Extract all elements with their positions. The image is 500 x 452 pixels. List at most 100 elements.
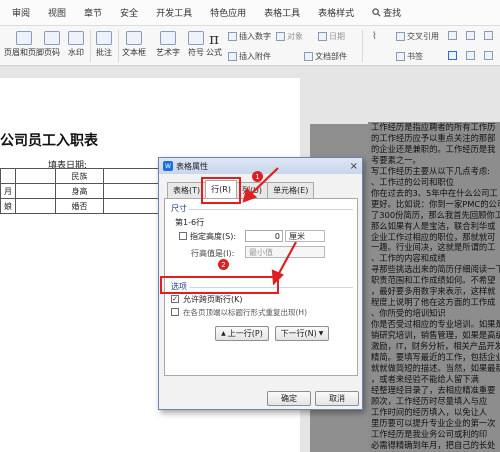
cross-reference-icon (396, 32, 405, 41)
ribbon-toolbar: 页眉和页脚 页码 水印 批注 文本框 艺术字 符号 π 公式 插入数字 插入附件… (0, 26, 500, 66)
header-footer-button[interactable]: 页眉和页脚 (4, 31, 44, 58)
layout-a-icon (448, 51, 457, 60)
ribbon-divider (362, 30, 363, 62)
step-badge: 2 (218, 259, 229, 270)
next-row-button[interactable]: 下一行(N) ▼ (275, 326, 329, 341)
number-icon (228, 32, 237, 41)
layout-b-icon (466, 51, 475, 60)
text-line: 、你所受的培训知识 (371, 308, 446, 319)
insert-number-button[interactable]: 插入数字 (228, 31, 271, 42)
wps-logo-icon: W (163, 161, 173, 171)
table-cell[interactable]: 身高 (55, 183, 104, 199)
text-line: 、工作过的公司和职位 (371, 176, 454, 187)
align-right-icon (484, 31, 493, 40)
textbox-button[interactable]: 文本框 (122, 31, 146, 58)
menu-review[interactable]: 审阅 (12, 6, 30, 19)
text-line: 更好。比如说：你到一家PMC的公司 (371, 198, 500, 209)
cancel-button[interactable]: 取消 (315, 391, 359, 406)
align-center-button[interactable] (466, 31, 475, 40)
text-line: 、工作的内容和成绩 (371, 253, 446, 264)
table-cell[interactable]: 娘 (0, 198, 16, 214)
date-button[interactable]: 日期 (318, 31, 345, 42)
search-icon (372, 8, 381, 17)
symbol-button[interactable]: 符号 (188, 31, 204, 58)
text-line: 激励，IT，财务分析，相关产品开发 (371, 341, 500, 352)
header-footer-label: 页眉和页脚 (4, 48, 44, 57)
text-line: 必需得精确到年月，把自己的长处 (371, 439, 496, 450)
bookmark-button[interactable]: 书签 (396, 51, 423, 62)
object-button[interactable]: 对象 (276, 31, 303, 42)
repeat-header-checkbox[interactable] (171, 308, 179, 316)
specify-height-checkbox[interactable] (179, 232, 187, 240)
paperclip-icon: ⌇ (372, 31, 377, 42)
specify-height-label: 指定高度(S): (190, 232, 237, 241)
text-line: 了300份简历，那么我首先回顾你工 (371, 209, 500, 220)
text-line: 销研究培训，销售管理，如果是高级 (371, 330, 500, 341)
menu-bar: 审阅 视图 章节 安全 开发工具 特色应用 表格工具 表格样式 查找 (0, 0, 500, 26)
layout-c-icon (484, 51, 493, 60)
ok-button[interactable]: 确定 (267, 391, 311, 406)
comment-button[interactable]: 批注 (96, 31, 112, 58)
allow-break-label: 允许跨页断行(K) (183, 295, 243, 304)
table-cell[interactable] (15, 198, 56, 214)
repeat-header-label: 在各页顶端以标题行形式重复出现(H) (183, 308, 307, 317)
menu-view[interactable]: 视图 (48, 6, 66, 19)
menu-table-tools[interactable]: 表格工具 (264, 6, 300, 19)
align-right-button[interactable] (484, 31, 493, 40)
watermark-icon (68, 31, 84, 45)
symbol-label: 符号 (188, 48, 204, 57)
table-cell[interactable]: 民族 (55, 168, 104, 184)
row-height-mode-select[interactable]: 最小值 (245, 246, 325, 258)
table-cell[interactable] (0, 168, 16, 184)
text-line: 的企业还是兼职的。工作经历是我 (371, 143, 496, 154)
insert-number-label: 插入数字 (239, 32, 271, 41)
layout-c-button[interactable] (484, 51, 493, 60)
document-title: 公司员工入职表 (0, 133, 98, 149)
table-cell[interactable]: 月 (0, 183, 16, 199)
paperclip-button[interactable]: ⌇ (372, 31, 377, 42)
table-cell[interactable]: 婚否 (55, 198, 104, 214)
text-line: 程度上说明了他在这方面的工作成 (371, 297, 496, 308)
align-left-button[interactable] (448, 31, 457, 40)
align-left-icon (448, 31, 457, 40)
formula-button[interactable]: π 公式 (206, 31, 222, 58)
height-unit-select[interactable]: 厘米 (285, 230, 325, 242)
menu-table-style[interactable]: 表格样式 (318, 6, 354, 19)
table-row: 民族 (0, 168, 168, 184)
layout-a-button[interactable] (448, 51, 457, 60)
close-icon[interactable]: × (350, 161, 358, 172)
allow-break-checkbox[interactable]: ✓ (171, 295, 179, 303)
text-line: 里历要可以提升专业企业的第一次 (371, 417, 496, 428)
menu-section[interactable]: 章节 (84, 6, 102, 19)
tab-cell[interactable]: 单元格(E) (267, 182, 315, 198)
insert-attachment-button[interactable]: 插入附件 (228, 51, 271, 62)
attachment-icon (228, 52, 237, 61)
search-button[interactable]: 查找 (372, 6, 401, 19)
selected-text-block[interactable]: 工作经历是指应聘者的所有工作历 的工作经历应予以重点关注的那部 的企业还是兼职的。工… (368, 122, 500, 452)
doc-parts-button[interactable]: 文档部件 (304, 51, 347, 62)
text-line: 考要素之一。 (371, 154, 421, 165)
menu-features[interactable]: 特色应用 (210, 6, 246, 19)
menu-developer[interactable]: 开发工具 (156, 6, 192, 19)
comment-label: 批注 (96, 48, 112, 57)
height-spinner[interactable]: 0 (245, 230, 283, 242)
text-line: 你在过去的3、5年中在什么公司工 (371, 187, 498, 198)
object-icon (276, 32, 285, 41)
layout-b-button[interactable] (466, 51, 475, 60)
header-footer-icon (16, 31, 32, 45)
text-line: 你是否受过相应的专业培训。如果是 (371, 319, 500, 330)
cross-reference-button[interactable]: 交叉引用 (396, 31, 439, 42)
menu-security[interactable]: 安全 (120, 6, 138, 19)
text-line: 精简。要填写最近的工作，包括企业 (371, 352, 500, 363)
art-text-button[interactable]: 艺术字 (156, 31, 180, 58)
table-cell[interactable] (15, 168, 56, 184)
table-cell[interactable] (15, 183, 56, 199)
text-line: 经整理经目录了，去相应精准重要 (371, 384, 496, 395)
text-line: 顾次，工作经历时尽量填入与应 (371, 395, 488, 406)
watermark-button[interactable]: 水印 (68, 31, 84, 58)
size-section-label: 尺寸 (171, 204, 187, 213)
prev-row-button[interactable]: ▲ 上一行(P) (215, 326, 269, 341)
row-range-label: 第1-6行 (175, 218, 205, 227)
comment-icon (96, 31, 112, 45)
page-number-button[interactable]: 页码 (44, 31, 60, 58)
